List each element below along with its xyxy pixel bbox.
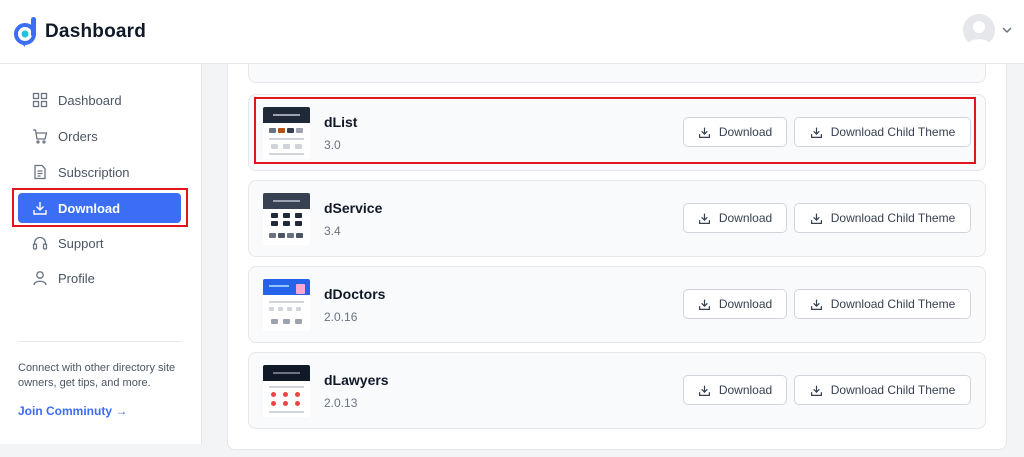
theme-thumbnail xyxy=(263,193,310,245)
download-button[interactable]: Download xyxy=(683,289,787,319)
sidebar-item-label: Dashboard xyxy=(58,92,122,108)
download-icon xyxy=(698,385,710,396)
theme-name: dService xyxy=(324,200,383,216)
theme-name: dDoctors xyxy=(324,286,386,302)
download-icon xyxy=(810,299,822,310)
download-button[interactable]: Download xyxy=(683,375,787,405)
download-child-theme-button[interactable]: Download Child Theme xyxy=(794,289,971,319)
download-icon xyxy=(33,202,47,215)
sidebar-item-label: Download xyxy=(58,200,121,216)
theme-thumbnail xyxy=(263,279,310,331)
download-child-theme-button[interactable]: Download Child Theme xyxy=(794,203,971,233)
sidebar-item-support[interactable]: Support xyxy=(18,228,181,258)
download-card-ddoctors: dDoctors 2.0.16 Download Download Child … xyxy=(248,266,986,343)
logo[interactable]: Dashboard xyxy=(14,16,147,47)
downloads-panel: ■■■ dList 3.0 Download xyxy=(227,64,1007,450)
cart-icon xyxy=(33,129,48,144)
theme-version: 2.0.16 xyxy=(324,310,358,324)
sidebar-item-subscription[interactable]: Subscription xyxy=(18,157,181,187)
sidebar-item-label: Orders xyxy=(58,128,98,144)
avatar-icon xyxy=(963,14,995,46)
theme-thumbnail xyxy=(263,365,310,417)
document-icon xyxy=(34,164,46,180)
app-title: Dashboard xyxy=(45,20,147,42)
sidebar-divider xyxy=(18,341,181,342)
button-label: Download xyxy=(718,297,773,311)
user-menu[interactable] xyxy=(963,14,1012,46)
download-icon xyxy=(698,127,710,138)
download-child-theme-button[interactable]: Download Child Theme xyxy=(794,375,971,405)
grid-icon xyxy=(32,92,48,108)
button-label: Download xyxy=(718,211,773,225)
top-bar: Dashboard xyxy=(0,0,1024,64)
button-label: Download Child Theme xyxy=(830,297,956,311)
avatar[interactable] xyxy=(963,14,995,46)
user-icon xyxy=(33,271,47,286)
community-note: Connect with other directory site owners… xyxy=(18,362,176,389)
download-button[interactable]: Download xyxy=(683,117,787,147)
sidebar-item-download[interactable]: Download xyxy=(18,193,181,223)
button-label: Download Child Theme xyxy=(830,211,956,225)
join-community-link[interactable]: Join Comminuty → xyxy=(18,404,127,418)
logo-icon xyxy=(14,16,36,47)
download-icon xyxy=(810,213,822,224)
download-icon xyxy=(698,213,710,224)
sidebar-item-label: Profile xyxy=(58,270,95,286)
button-label: Download xyxy=(718,383,773,397)
download-icon xyxy=(810,385,822,396)
sidebar-item-label: Subscription xyxy=(58,164,130,180)
theme-name: dList xyxy=(324,114,358,130)
sidebar-item-dashboard[interactable]: Dashboard xyxy=(18,85,181,115)
theme-thumbnail xyxy=(263,107,310,159)
download-card-dlawyers: dLawyers 2.0.13 Download Download Child … xyxy=(248,352,986,429)
theme-name: dLawyers xyxy=(324,372,389,388)
sidebar-item-orders[interactable]: Orders xyxy=(18,121,181,151)
sidebar: Dashboard Orders Subscription Download S… xyxy=(0,64,202,444)
sidebar-item-label: Support xyxy=(58,235,104,251)
download-card-dlist: dList 3.0 Download Download Child Theme xyxy=(248,94,986,171)
download-child-theme-button[interactable]: Download Child Theme xyxy=(794,117,971,147)
sidebar-item-profile[interactable]: Profile xyxy=(18,263,181,293)
theme-version: 2.0.13 xyxy=(324,396,358,410)
button-label: Download Child Theme xyxy=(830,383,956,397)
list-item: ■■■ xyxy=(248,64,986,83)
chevron-down-icon[interactable] xyxy=(1002,25,1012,35)
button-label: Download Child Theme xyxy=(830,125,956,139)
download-card-dservice: dService 3.4 Download Download Child The… xyxy=(248,180,986,257)
headset-icon xyxy=(32,236,48,250)
button-label: Download xyxy=(718,125,773,139)
theme-version: 3.0 xyxy=(324,138,341,152)
download-icon xyxy=(698,299,710,310)
theme-version: 3.4 xyxy=(324,224,341,238)
download-button[interactable]: Download xyxy=(683,203,787,233)
download-icon xyxy=(810,127,822,138)
